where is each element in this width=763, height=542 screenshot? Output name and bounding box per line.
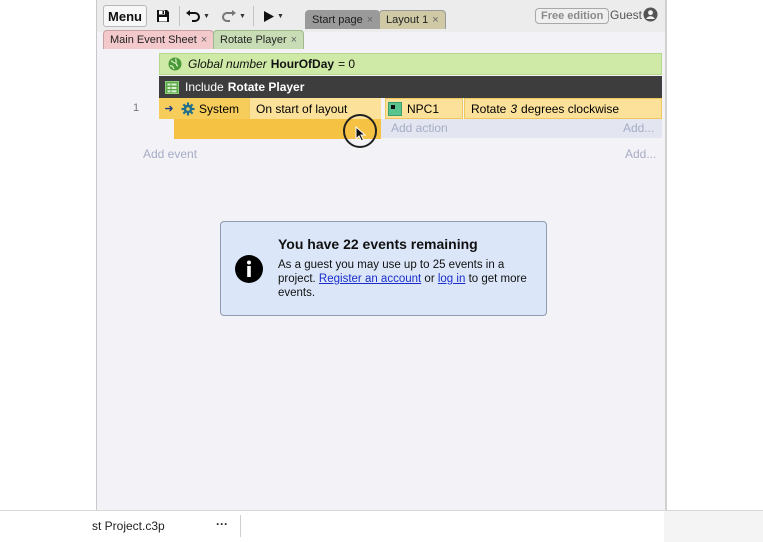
event-sheet-icon (165, 80, 179, 94)
guest-label[interactable]: Guest (610, 8, 642, 22)
notice-text: or (424, 273, 435, 285)
log-in-link[interactable]: log in (438, 273, 466, 285)
chevron-down-icon: ▼ (277, 12, 284, 20)
main-toolbar: Menu ▼ ▼ ▼ Start page × Layout 1 × Free … (97, 0, 665, 32)
status-bar: st Project.c3p ··· (0, 510, 763, 542)
status-bar-right-panel (664, 511, 763, 542)
add-event-link[interactable]: Add event (143, 147, 197, 161)
construct-editor-window: Menu ▼ ▼ ▼ Start page × Layout 1 × Free … (96, 0, 667, 510)
tab-layout-1[interactable]: Layout 1 × (379, 10, 446, 29)
add-more-link[interactable]: Add... (623, 121, 654, 135)
tab-label: Rotate Player (220, 34, 287, 46)
register-account-link[interactable]: Register an account (319, 273, 421, 285)
save-icon (157, 10, 169, 22)
action-verb: Rotate (471, 101, 507, 116)
event-arrow-icon[interactable]: ➜ (159, 98, 179, 119)
preview-button[interactable]: ▼ (257, 5, 291, 27)
include-row[interactable]: Include Rotate Player (159, 76, 662, 98)
include-prefix: Include (185, 80, 224, 94)
status-divider (240, 515, 241, 537)
notice-title: You have 22 events remaining (278, 236, 478, 252)
play-icon (264, 10, 275, 22)
close-icon[interactable]: × (291, 34, 297, 46)
project-filename[interactable]: st Project.c3p (92, 519, 165, 533)
sprite-icon (388, 101, 402, 116)
global-variable-row[interactable]: Global number HourOfDay = 0 (159, 53, 662, 75)
user-avatar-icon[interactable] (643, 7, 658, 22)
tab-label: Start page (312, 14, 363, 26)
notice-body: As a guest you may use up to 25 events i… (278, 258, 538, 300)
event-number: 1 (133, 102, 140, 114)
tab-label: Main Event Sheet (110, 34, 197, 46)
include-sheet-name: Rotate Player (227, 80, 305, 94)
redo-button[interactable]: ▼ (219, 5, 249, 27)
condition-object-name: System (199, 101, 240, 116)
action-text[interactable]: Rotate 3 degrees clockwise (464, 98, 662, 119)
mouse-cursor-icon (355, 126, 367, 142)
add-action-link[interactable]: Add action (391, 121, 448, 135)
chevron-down-icon: ▼ (239, 12, 246, 20)
events-remaining-notice: You have 22 events remaining As a guest … (220, 221, 547, 316)
redo-icon (222, 10, 237, 22)
free-edition-badge[interactable]: Free edition (535, 8, 610, 24)
chevron-down-icon: ▼ (203, 12, 210, 20)
info-icon (235, 255, 263, 283)
action-suffix: degrees clockwise (521, 101, 620, 116)
gear-icon (181, 102, 195, 115)
screenshot-frame: Menu ▼ ▼ ▼ Start page × Layout 1 × Free … (0, 0, 763, 542)
undo-button[interactable]: ▼ (183, 5, 213, 27)
add-more-link[interactable]: Add... (625, 147, 656, 161)
action-object-name: NPC1 (407, 101, 440, 116)
more-options-icon[interactable]: ··· (216, 517, 228, 531)
close-icon[interactable]: × (432, 14, 438, 26)
condition-object[interactable]: System (179, 98, 249, 119)
undo-icon (186, 10, 201, 22)
tab-main-event-sheet[interactable]: Main Event Sheet × (103, 30, 215, 49)
tab-start-page[interactable]: Start page × (305, 10, 381, 29)
save-button[interactable] (151, 5, 175, 27)
event-sheet: Global number HourOfDay = 0 Include Rota… (97, 49, 665, 510)
tab-label: Layout 1 (386, 14, 429, 26)
global-variable-type: Global number (188, 57, 267, 71)
menu-button[interactable]: Menu (103, 5, 147, 27)
toolbar-divider (179, 6, 180, 26)
global-variable-value: = 0 (338, 57, 356, 71)
close-icon[interactable]: × (367, 14, 373, 26)
action-parameter[interactable]: 3 (510, 102, 517, 116)
globe-icon (168, 57, 182, 71)
tab-rotate-player[interactable]: Rotate Player × (213, 30, 305, 49)
action-object[interactable]: NPC1 (385, 98, 463, 119)
close-icon[interactable]: × (201, 34, 207, 46)
global-variable-name: HourOfDay (270, 57, 335, 71)
toolbar-divider (253, 6, 254, 26)
